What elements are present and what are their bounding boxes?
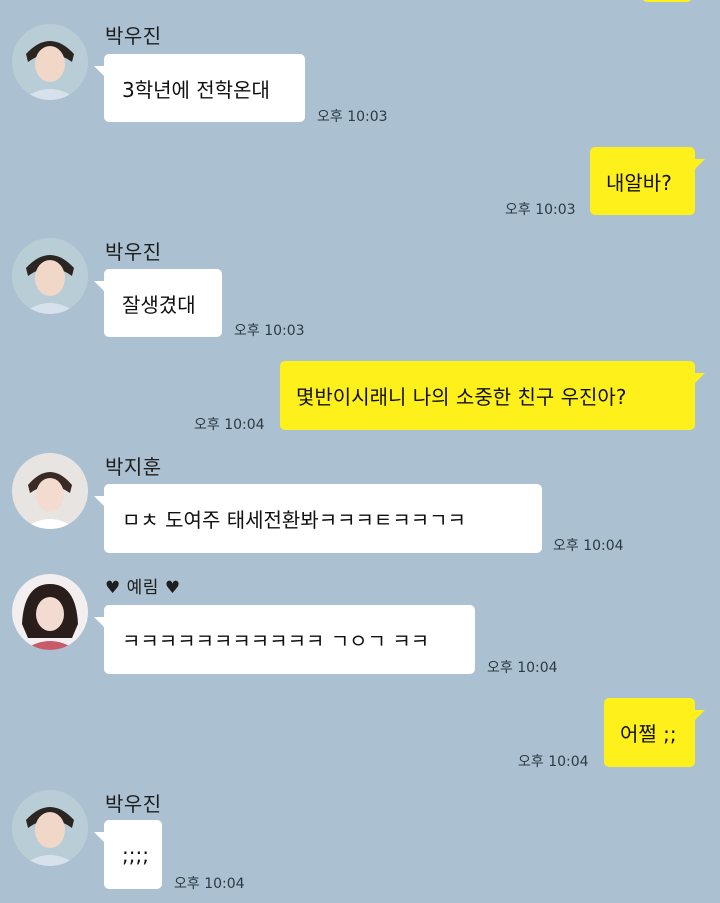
avatar-park-woojin[interactable] xyxy=(12,24,88,100)
message-text: 내알바? xyxy=(606,170,672,195)
avatar-park-jihoon[interactable] xyxy=(12,453,88,529)
profile-photo-icon xyxy=(12,790,88,866)
profile-photo-icon xyxy=(12,24,88,100)
message-bubble[interactable]: ;;;; xyxy=(94,820,162,889)
message-time: 오후 10:03 xyxy=(234,323,305,339)
message-text: 어쩔 ;; xyxy=(620,722,677,746)
message-bubble[interactable]: 내알바? xyxy=(590,147,705,215)
profile-photo-icon xyxy=(12,453,88,529)
message-time: 오후 10:03 xyxy=(317,109,388,125)
message-time: 오후 10:04 xyxy=(174,876,245,892)
message-time: 오후 10:04 xyxy=(518,754,589,770)
previous-message-bubble xyxy=(640,0,694,2)
sender-name: 박우진 xyxy=(105,240,162,264)
avatar-park-woojin[interactable] xyxy=(12,790,88,866)
avatar-yerim[interactable] xyxy=(12,574,88,650)
sender-name: 박우진 xyxy=(105,24,162,48)
message-bubble[interactable]: 잘생겼대 xyxy=(94,269,222,337)
message-bubble[interactable]: 어쩔 ;; xyxy=(604,698,705,767)
message-text: 잘생겼대 xyxy=(122,292,196,317)
message-bubble[interactable]: ㅁㅊ 도여주 태세전환봐ㅋㅋㅋㅌㅋㅋㄱㅋ xyxy=(94,484,542,553)
message-time: 오후 10:03 xyxy=(505,202,576,218)
sender-name: 박우진 xyxy=(105,792,162,816)
message-bubble[interactable]: 3학년에 전학온대 xyxy=(94,54,305,122)
message-time: 오후 10:04 xyxy=(553,538,624,554)
message-text: ㅁㅊ 도여주 태세전환봐ㅋㅋㅋㅌㅋㅋㄱㅋ xyxy=(122,508,466,532)
message-text: ;;;; xyxy=(122,842,149,867)
message-bubble[interactable]: 몇반이시래니 나의 소중한 친구 우진아? xyxy=(280,361,705,430)
message-text: ㅋㅋㅋㅋㅋㅋㅋㅋㅋㅋㅋ ㄱㅇㄱ ㅋㅋ xyxy=(122,629,430,653)
message-text: 3학년에 전학온대 xyxy=(122,77,270,102)
profile-photo-icon xyxy=(12,574,88,650)
sender-name: ♥ 예림 ♥ xyxy=(105,578,181,598)
message-time: 오후 10:04 xyxy=(487,660,558,676)
profile-photo-icon xyxy=(12,238,88,314)
avatar-park-woojin[interactable] xyxy=(12,238,88,314)
message-bubble[interactable]: ㅋㅋㅋㅋㅋㅋㅋㅋㅋㅋㅋ ㄱㅇㄱ ㅋㅋ xyxy=(94,605,475,674)
message-time: 오후 10:04 xyxy=(194,417,265,433)
sender-name: 박지훈 xyxy=(105,455,162,479)
message-text: 몇반이시래니 나의 소중한 친구 우진아? xyxy=(296,385,627,409)
